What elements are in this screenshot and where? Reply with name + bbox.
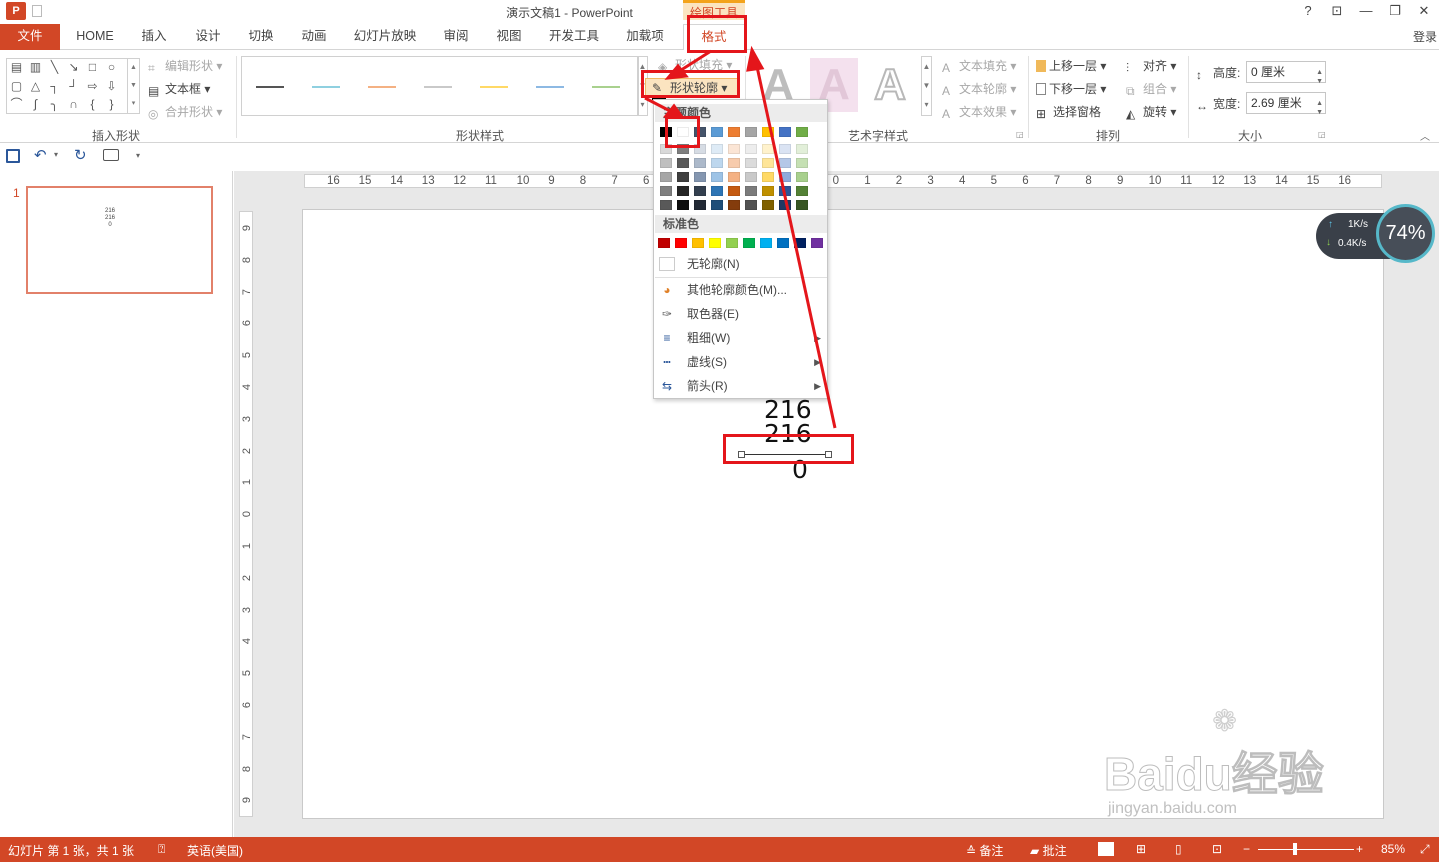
annotation-arrow-line-1 <box>754 61 837 429</box>
annotation-arrow-line-2 <box>677 49 712 74</box>
annotation-arrow-line-3 <box>644 96 673 114</box>
annotation-arrows <box>644 45 837 429</box>
annotation-arrowhead-3 <box>663 103 686 119</box>
annotation-arrowhead-1 <box>746 45 765 72</box>
